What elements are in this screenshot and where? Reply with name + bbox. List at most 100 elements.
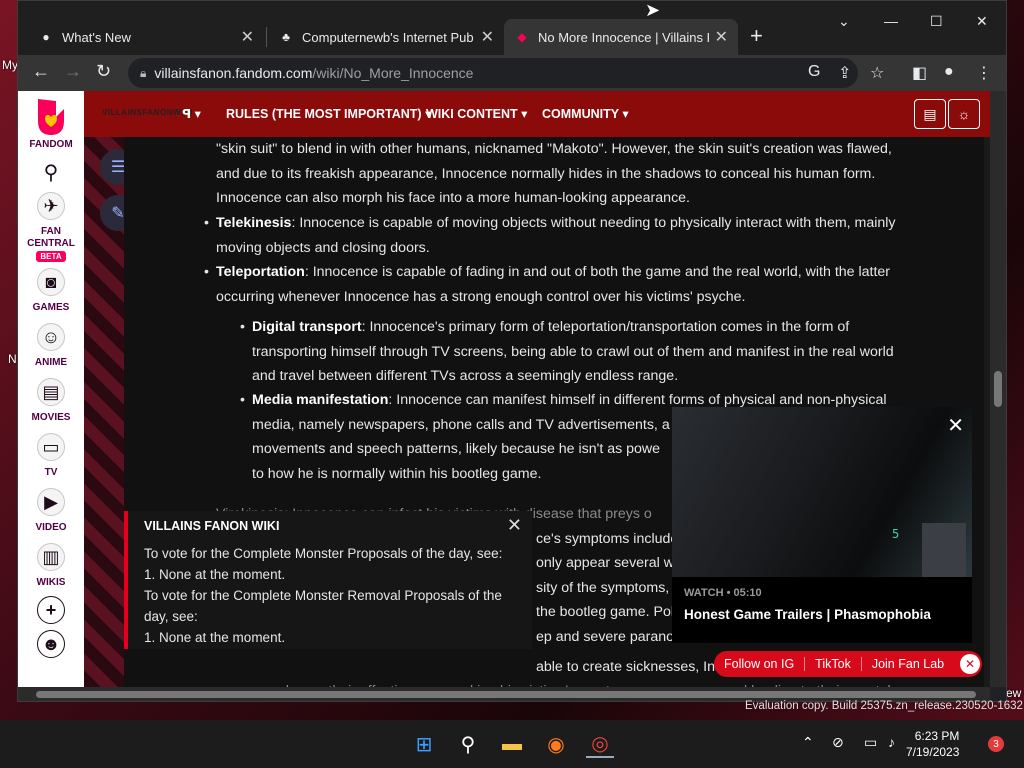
fandom-logo-icon[interactable] [34, 97, 68, 137]
chevron-up-icon[interactable]: ⌃ [802, 734, 814, 751]
close-tab-icon[interactable]: ✕ [715, 27, 728, 47]
account-button[interactable]: ☻ [37, 630, 65, 658]
firefox-icon[interactable]: ◉ [542, 730, 570, 758]
scroll-thumb[interactable] [994, 371, 1002, 407]
search-icon[interactable]: ⚲ [454, 730, 482, 758]
vertical-scrollbar[interactable] [990, 91, 1006, 687]
taskbar: ⊞ ⚲ ▬ ◉ ◎ ⌃ ⊘ ▭ ♪ 6:23 PM 7/19/2023 3 [0, 720, 1024, 768]
bookmark-star-icon[interactable]: ☆ [870, 63, 884, 83]
url-path: /wiki/No_More_Innocence [312, 65, 474, 81]
volume-icon[interactable]: ♪ [888, 734, 895, 750]
text-line: Innocence can also morph his face into a… [216, 190, 690, 206]
forward-button[interactable]: → [64, 61, 82, 82]
eval-watermark: Evaluation copy. Build 25375.zn_release.… [745, 700, 1023, 712]
system-clock[interactable]: 6:23 PM 7/19/2023 [906, 728, 959, 760]
windows-start-icon[interactable]: ⊞ [410, 730, 438, 758]
fandom-brand[interactable]: FANDOM [29, 139, 72, 150]
horizontal-scrollbar[interactable] [18, 687, 990, 701]
explore-menu[interactable]: ꟼ ▾ [182, 106, 201, 121]
close-tab-icon[interactable]: ✕ [241, 27, 254, 47]
nav-label: WIKI CONTENT [426, 107, 518, 121]
nav-wiki-content[interactable]: WIKI CONTENT ▾ [426, 106, 527, 121]
text-line: "skin suit" to blend in with other human… [216, 141, 892, 157]
discussions-button[interactable]: ▤ [914, 99, 946, 129]
join-fan-lab-link[interactable]: Join Fan Lab [862, 657, 954, 671]
book-icon: ▥ [36, 543, 65, 571]
notification-line: To vote for the Complete Monster Proposa… [144, 546, 503, 561]
lock-icon: 🔒︎ [140, 65, 147, 80]
nav-label: RULES (THE MOST IMPORTANT) [226, 107, 422, 121]
search-button[interactable]: ⚲ [37, 158, 65, 186]
display-icon[interactable]: ▭ [864, 734, 877, 751]
video-player[interactable]: 5 ✕ WATCH • 05:10 Honest Game Trailers |… [672, 407, 972, 643]
browser-window: ● What's New ✕ ♣ Computernewb's Internet… [17, 0, 1007, 702]
close-window-button[interactable]: ✕ [976, 13, 988, 30]
tab-internet-pub[interactable]: ♣ Computernewb's Internet Pub H ✕ [268, 19, 504, 55]
url-host: villainsfanon.fandom.com [154, 65, 313, 81]
follow-ig-link[interactable]: Follow on IG [714, 657, 806, 671]
close-icon[interactable]: ✕ [960, 654, 980, 674]
text-line: : Innocence is capable of fading in and … [304, 264, 891, 280]
google-icon[interactable]: G [808, 63, 820, 81]
text-line: : Innocence is capable of moving objects… [291, 215, 896, 231]
theme-toggle-button[interactable]: ☼ [948, 99, 980, 129]
nav-community[interactable]: COMMUNITY ▾ [542, 106, 629, 121]
tab-divider [266, 27, 267, 47]
mouse-cursor-icon: ➤ [645, 0, 661, 20]
rail-item-anime[interactable]: ☺ ANIME [35, 323, 67, 368]
add-button[interactable]: + [37, 596, 65, 624]
back-button[interactable]: ← [32, 61, 50, 82]
text-line: and due to its freakish appearance, Inno… [216, 165, 876, 182]
rail-item-fan-central[interactable]: ✈ FAN CENTRAL BETA [18, 192, 84, 262]
explore-icon: ꟼ ▾ [182, 107, 201, 121]
address-bar[interactable]: 🔒︎ villainsfanon.fandom.com /wiki/No_Mor… [128, 58, 858, 88]
file-explorer-icon[interactable]: ▬ [498, 730, 526, 758]
notification-title: VILLAINS FANON WIKI [144, 519, 280, 533]
pub-icon: ♣ [282, 30, 290, 44]
wiki-notification: VILLAINS FANON WIKI ✕ To vote for the Co… [124, 511, 532, 649]
reload-button[interactable]: ↻ [96, 61, 111, 82]
network-icon[interactable]: ⊘ [832, 734, 844, 751]
rail-item-movies[interactable]: ▤ MOVIES [31, 378, 71, 423]
side-panel-icon[interactable]: ◧ [912, 63, 927, 83]
notification-badge[interactable]: 3 [988, 736, 1004, 752]
minimize-button[interactable]: — [884, 13, 898, 29]
scroll-thumb[interactable] [36, 691, 976, 698]
rail-label: MOVIES [31, 412, 71, 423]
chrome-icon[interactable]: ◎ [586, 730, 614, 758]
list-item: Digital transport: Innocence's primary f… [240, 315, 942, 389]
rail-item-games[interactable]: ◙ GAMES [33, 268, 69, 313]
beta-badge: BETA [36, 251, 66, 262]
term: Digital transport [252, 319, 362, 335]
tab-no-more-innocence[interactable]: ◆ No More Innocence | Villains Fan ✕ [504, 19, 738, 55]
close-tab-icon[interactable]: ✕ [481, 27, 494, 47]
browser-toolbar: ← → ↻ 🔒︎ villainsfanon.fandom.com /wiki/… [18, 55, 1006, 91]
tab-title: Computernewb's Internet Pub H [302, 29, 475, 45]
play-icon: ▶ [37, 488, 65, 516]
rail-label: TV [44, 467, 58, 478]
tab-title: What's New [62, 29, 131, 45]
list-item: Telekinesis: Innocence is capable of mov… [204, 211, 956, 260]
gamepad-icon: ◙ [36, 268, 65, 296]
nav-rules[interactable]: RULES (THE MOST IMPORTANT) ▾ [226, 106, 431, 121]
maximize-button[interactable]: ☐ [930, 13, 943, 30]
tab-strip: ● What's New ✕ ♣ Computernewb's Internet… [18, 1, 1006, 55]
rail-item-tv[interactable]: ▭ TV [37, 433, 65, 478]
profile-icon[interactable]: ● [944, 63, 954, 81]
share-icon[interactable]: ⇪ [838, 63, 851, 83]
tab-whats-new[interactable]: ● What's New ✕ [28, 19, 264, 55]
tab-search-icon[interactable]: ⌄ [838, 13, 850, 30]
sun-icon: ☼ [957, 106, 971, 122]
menu-icon[interactable]: ⋮ [976, 63, 992, 83]
close-video-icon[interactable]: ✕ [947, 413, 964, 438]
video-meta: WATCH • 05:10 [684, 587, 762, 599]
tiktok-link[interactable]: TikTok [805, 657, 862, 671]
rail-item-wikis[interactable]: ▥ WIKIS [36, 543, 65, 588]
new-tab-button[interactable]: + [750, 23, 763, 49]
close-icon[interactable]: ✕ [507, 515, 522, 536]
wiki-wordmark[interactable]: VILLAINSFANONWIKI [102, 108, 193, 117]
video-title[interactable]: Honest Game Trailers | Phasmophobia [684, 607, 931, 622]
clock-date: 7/19/2023 [906, 745, 960, 759]
rail-item-video[interactable]: ▶ VIDEO [35, 488, 67, 533]
term: Media manifestation [252, 392, 389, 408]
